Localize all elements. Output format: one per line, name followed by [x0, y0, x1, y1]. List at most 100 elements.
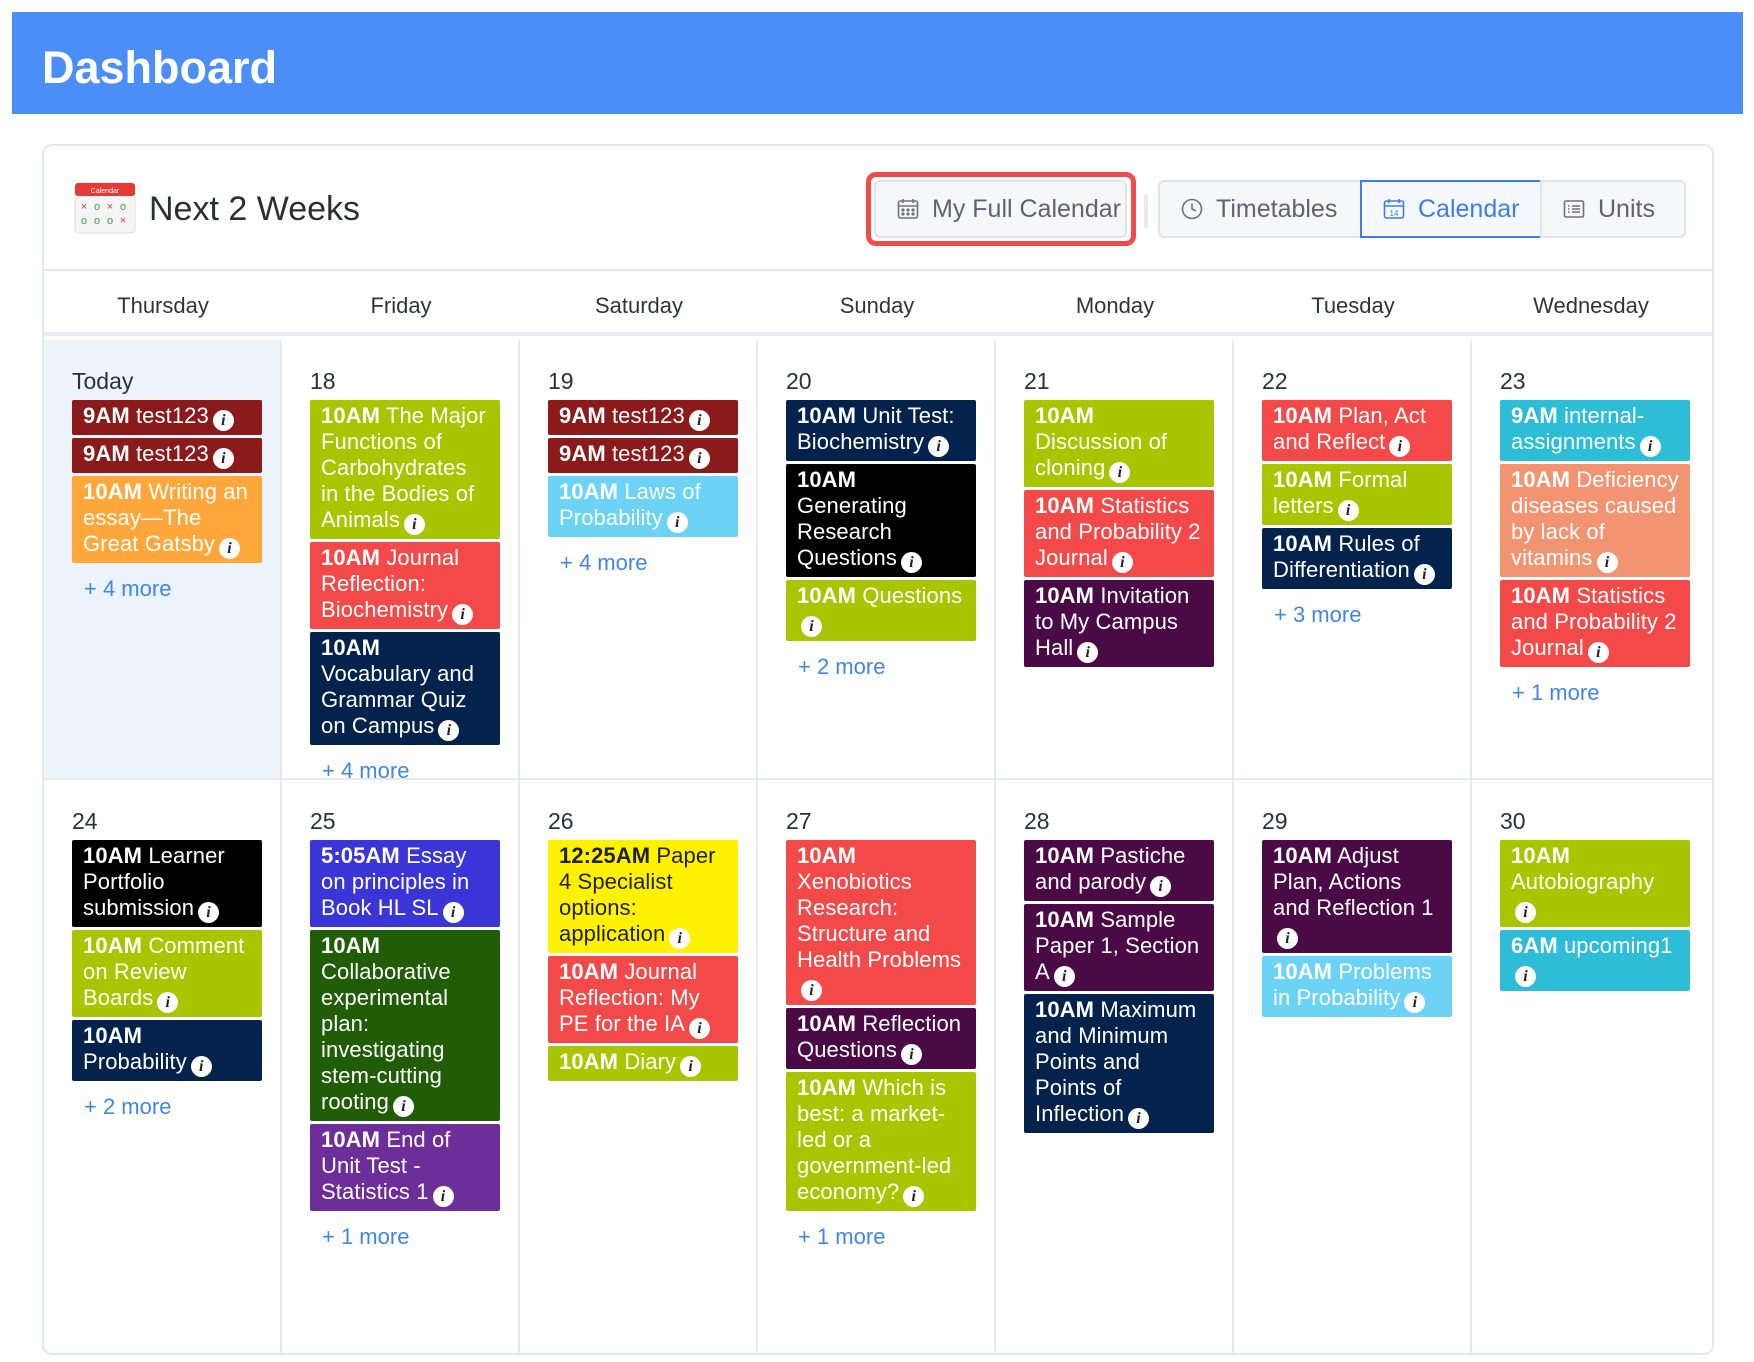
info-icon[interactable]: i	[903, 1186, 925, 1207]
calendar-event[interactable]: 10AM Autobiography i	[1500, 840, 1690, 927]
calendar-event[interactable]: 10AM Journal Reflection: My PE for the I…	[548, 956, 738, 1043]
day-cell[interactable]: 30 10AM Autobiography i 6AM upcoming1 i	[1472, 780, 1712, 1353]
calendar-event[interactable]: 10AM Writing an essay—The Great Gatsby i	[72, 476, 262, 563]
calendar-event[interactable]: 10AM Unit Test: Biochemistry i	[786, 400, 976, 461]
info-icon[interactable]: i	[1413, 564, 1435, 585]
info-icon[interactable]: i	[1389, 436, 1411, 457]
calendar-event[interactable]: 10AM Discussion of cloning i	[1024, 400, 1214, 487]
more-events-link[interactable]: + 1 more	[310, 1214, 500, 1250]
info-icon[interactable]: i	[680, 1056, 702, 1077]
info-icon[interactable]: i	[1404, 992, 1426, 1013]
calendar-event[interactable]: 10AM Generating Research Questions i	[786, 464, 976, 577]
info-icon[interactable]: i	[900, 552, 922, 573]
info-icon[interactable]: i	[1111, 552, 1133, 573]
day-cell[interactable]: 19 9AM test123 i 9AM test123 i 10AM Laws of P…	[520, 340, 758, 780]
more-events-link[interactable]: + 4 more	[548, 540, 738, 576]
calendar-event[interactable]: 10AM End of Unit Test - Statistics 1i	[310, 1124, 500, 1211]
calendar-event[interactable]: 9AM test123 i	[72, 438, 262, 473]
calendar-event[interactable]: 10AM Invitation to My Campus Hall i	[1024, 580, 1214, 667]
calendar-event[interactable]: 10AM Pastiche and parody i	[1024, 840, 1214, 901]
calendar-event[interactable]: 10AM Statistics and Probability 2 Journa…	[1024, 490, 1214, 577]
calendar-event[interactable]: 10AM Journal Reflection: Biochemistry i	[310, 542, 500, 629]
calendar-event[interactable]: 10AM Statistics and Probability 2 Journa…	[1500, 580, 1690, 667]
info-icon[interactable]: i	[452, 604, 474, 625]
timetables-button[interactable]: Timetables	[1158, 180, 1362, 238]
calendar-event[interactable]: 10AM Rules of Differentiation i	[1262, 528, 1452, 589]
calendar-event[interactable]: 10AM Collaborative experimental plan: in…	[310, 930, 500, 1121]
calendar-event[interactable]: 10AM Vocabulary and Grammar Quiz on Camp…	[310, 632, 500, 745]
info-icon[interactable]: i	[1515, 966, 1536, 987]
more-events-link[interactable]: + 4 more	[310, 748, 500, 784]
more-events-link[interactable]: + 3 more	[1262, 592, 1452, 628]
calendar-event[interactable]: 10AM Comment on Review Boards i	[72, 930, 262, 1017]
info-icon[interactable]: i	[1639, 436, 1661, 457]
info-icon[interactable]: i	[392, 1096, 414, 1117]
calendar-event[interactable]: 10AM Deficiency diseases caused by lack …	[1500, 464, 1690, 577]
info-icon[interactable]: i	[442, 902, 464, 923]
info-icon[interactable]: i	[900, 1044, 922, 1065]
info-icon[interactable]: i	[688, 448, 710, 469]
calendar-event[interactable]: 10AM Xenobiotics Research: Structure and…	[786, 840, 976, 1005]
info-icon[interactable]: i	[688, 410, 710, 431]
calendar-event[interactable]: 12:25AM Paper 4 Specialist options: appl…	[548, 840, 738, 953]
calendar-event[interactable]: 10AM Learner Portfolio submission i	[72, 840, 262, 927]
info-icon[interactable]: i	[801, 980, 822, 1001]
calendar-event[interactable]: 10AM Reflection Questions i	[786, 1008, 976, 1069]
calendar-event[interactable]: 10AM Which is best: a market-led or a go…	[786, 1072, 976, 1211]
calendar-event[interactable]: 10AM Diary i	[548, 1046, 738, 1081]
calendar-button[interactable]: 14 Calendar	[1360, 180, 1542, 238]
calendar-event[interactable]: 10AM Plan, Act and Reflect i	[1262, 400, 1452, 461]
info-icon[interactable]: i	[689, 1018, 711, 1039]
day-cell[interactable]: 25 5:05AM Essay on principles in Book HL …	[282, 780, 520, 1353]
calendar-event[interactable]: 10AM The Major Functions of Carbohydrate…	[310, 400, 500, 539]
calendar-event[interactable]: 9AM test123 i	[548, 400, 738, 435]
info-icon[interactable]: i	[1337, 500, 1359, 521]
day-cell[interactable]: 23 9AM internal-assignments i 10AM Deficien…	[1472, 340, 1712, 780]
info-icon[interactable]: i	[1150, 876, 1172, 897]
info-icon[interactable]: i	[403, 514, 425, 535]
calendar-event[interactable]: 9AM test123 i	[548, 438, 738, 473]
day-cell[interactable]: 20 10AM Unit Test: Biochemistry i 10AM Gene…	[758, 340, 996, 780]
more-events-link[interactable]: + 2 more	[72, 1084, 262, 1120]
info-icon[interactable]: i	[190, 1056, 212, 1077]
calendar-event[interactable]: 10AM Problems in Probability i	[1262, 956, 1452, 1017]
day-cell[interactable]: 28 10AM Pastiche and parody i 10AM Sample P…	[996, 780, 1234, 1353]
more-events-link[interactable]: + 1 more	[786, 1214, 976, 1250]
info-icon[interactable]: i	[157, 992, 179, 1013]
more-events-link[interactable]: + 2 more	[786, 644, 976, 680]
calendar-event[interactable]: 10AM Maximum and Minimum Points and Poin…	[1024, 994, 1214, 1133]
calendar-event[interactable]: 9AM internal-assignments i	[1500, 400, 1690, 461]
info-icon[interactable]: i	[1077, 642, 1099, 663]
day-cell[interactable]: Today 9AM test123 i 9AM test123 i 10AM Writin…	[44, 340, 282, 780]
info-icon[interactable]: i	[928, 436, 950, 457]
more-events-link[interactable]: + 1 more	[1500, 670, 1690, 706]
day-cell[interactable]: 27 10AM Xenobiotics Research: Structure a…	[758, 780, 996, 1353]
calendar-event[interactable]: 10AM Probability i	[72, 1020, 262, 1081]
calendar-event[interactable]: 6AM upcoming1 i	[1500, 930, 1690, 991]
info-icon[interactable]: i	[432, 1186, 454, 1207]
calendar-event[interactable]: 5:05AM Essay on principles in Book HL SL…	[310, 840, 500, 927]
info-icon[interactable]: i	[669, 928, 691, 949]
info-icon[interactable]: i	[212, 410, 234, 431]
info-icon[interactable]: i	[1109, 462, 1131, 483]
day-cell[interactable]: 21 10AM Discussion of cloning i 10AM Statis…	[996, 340, 1234, 780]
info-icon[interactable]: i	[1587, 642, 1609, 663]
calendar-event[interactable]: 10AM Laws of Probability i	[548, 476, 738, 537]
info-icon[interactable]: i	[1053, 966, 1075, 987]
info-icon[interactable]: i	[1128, 1108, 1150, 1129]
day-cell[interactable]: 18 10AM The Major Functions of Carbohydra…	[282, 340, 520, 783]
calendar-event[interactable]: 10AM Questions i	[786, 580, 976, 641]
day-cell[interactable]: 24 10AM Learner Portfolio submission i 10AM…	[44, 780, 282, 1353]
info-icon[interactable]: i	[212, 448, 234, 469]
info-icon[interactable]: i	[801, 616, 822, 637]
calendar-event[interactable]: 10AM Adjust Plan, Actions and Reflection…	[1262, 840, 1452, 953]
calendar-event[interactable]: 10AM Sample Paper 1, Section Ai	[1024, 904, 1214, 991]
units-button[interactable]: Units	[1540, 180, 1686, 238]
info-icon[interactable]: i	[198, 902, 220, 923]
calendar-event[interactable]: 9AM test123 i	[72, 400, 262, 435]
info-icon[interactable]: i	[438, 720, 460, 741]
day-cell[interactable]: 22 10AM Plan, Act and Reflect i 10AM Formal…	[1234, 340, 1472, 780]
info-icon[interactable]: i	[1596, 552, 1618, 573]
day-cell[interactable]: 29 10AM Adjust Plan, Actions and Reflecti…	[1234, 780, 1472, 1353]
more-events-link[interactable]: + 4 more	[72, 566, 262, 602]
